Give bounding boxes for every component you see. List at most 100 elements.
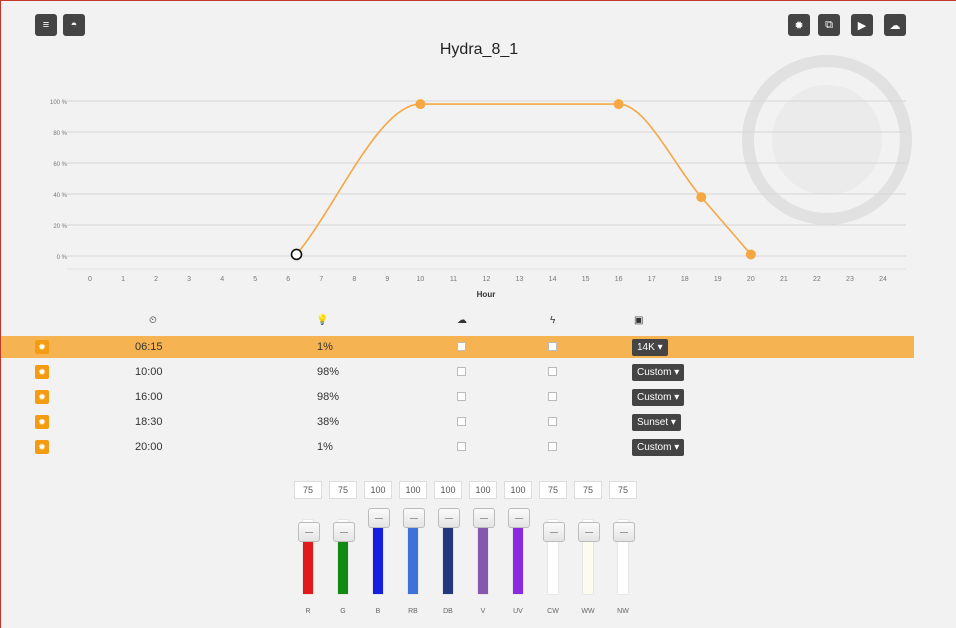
slider-handle[interactable] [333, 522, 355, 542]
cloud-checkbox[interactable] [457, 367, 466, 376]
channel-slider[interactable] [368, 508, 390, 595]
lightning-checkbox[interactable] [548, 442, 557, 451]
preset-dropdown[interactable]: Custom ▾ [632, 389, 685, 406]
app-frame: ≡ ◓ ✹ ⧉ ▶ ☁ Hydra_8_1 0 % 20 % 40 % 60 % 80 … [0, 0, 956, 628]
channel-value-input[interactable]: 75 [329, 481, 357, 499]
lightning-checkbox[interactable] [548, 367, 557, 376]
table-row[interactable]: ✹ 16:00 98% Custom ▾ [1, 386, 914, 408]
row-settings-button[interactable]: ✹ [35, 340, 49, 354]
channel-slider[interactable] [613, 519, 635, 595]
channel-value-input[interactable]: 100 [364, 481, 392, 499]
cloud-checkbox[interactable] [457, 417, 466, 426]
data-point[interactable] [415, 99, 426, 110]
row-settings-button[interactable]: ✹ [35, 365, 49, 379]
y-tick-label: 0 % [57, 255, 68, 261]
channel-value-input[interactable]: 100 [434, 481, 462, 499]
table-row[interactable]: ✹ 06:15 1% 14K ▾ [1, 336, 914, 358]
x-tick-label: 6 [286, 276, 290, 283]
x-tick-label: 24 [879, 276, 887, 283]
slider-handle[interactable] [613, 522, 635, 542]
preset-dropdown[interactable]: Sunset ▾ [632, 414, 681, 431]
row-time: 16:00 [135, 391, 163, 403]
table-row[interactable]: ✹ 20:00 1% Custom ▾ [1, 436, 914, 458]
y-tick-label: 60 % [53, 162, 67, 168]
y-tick-labels: 0 % 20 % 40 % 60 % 80 % 100 % [50, 100, 68, 261]
lightning-checkbox[interactable] [548, 392, 557, 401]
channel-label: R [305, 608, 311, 615]
schedule-chart[interactable]: 0 %20 %40 %60 %80 %100 % 0 1 2 3 4 5 6 7 8 9 10 11 1… [1, 1, 956, 306]
cloud-checkbox[interactable] [457, 392, 466, 401]
y-tick-label: 80 % [53, 131, 67, 137]
slider-handle[interactable] [578, 522, 600, 542]
x-tick-label: 18 [681, 276, 689, 283]
x-tick-label: 17 [648, 276, 656, 283]
x-tick-label: 16 [615, 276, 623, 283]
gear-icon: ✹ [38, 366, 46, 377]
table-row[interactable]: ✹ 10:00 98% Custom ▾ [1, 361, 914, 383]
row-settings-button[interactable]: ✹ [35, 415, 49, 429]
channel-label: RB [408, 608, 418, 615]
channel-cw: 75 CW [539, 481, 567, 628]
row-time: 18:30 [135, 416, 163, 428]
table-row[interactable]: ✹ 18:30 38% Sunset ▾ [1, 411, 914, 433]
x-tick-label: 4 [220, 276, 224, 283]
slider-handle[interactable] [438, 508, 460, 528]
preset-dropdown[interactable]: Custom ▾ [632, 364, 685, 381]
channel-slider[interactable] [438, 508, 460, 595]
x-tick-label: 3 [187, 276, 191, 283]
channel-g: 75 G [329, 481, 357, 628]
channel-fill [618, 537, 628, 594]
channel-slider[interactable] [298, 519, 320, 595]
channel-label: NW [617, 608, 629, 615]
channel-label: DB [443, 608, 453, 615]
data-point-selected[interactable] [290, 248, 303, 261]
y-tick-label: 100 % [50, 100, 68, 106]
channel-slider[interactable] [403, 508, 425, 595]
channel-slider[interactable] [508, 508, 530, 595]
row-intensity: 98% [317, 391, 340, 403]
cloud-icon: ☁ [457, 315, 467, 326]
preset-dropdown[interactable]: 14K ▾ [632, 339, 668, 356]
cloud-checkbox[interactable] [457, 342, 466, 351]
slider-handle[interactable] [543, 522, 565, 542]
x-tick-label: 23 [846, 276, 854, 283]
channel-db: 100 DB [434, 481, 462, 628]
gear-icon: ✹ [38, 416, 46, 427]
channel-value-input[interactable]: 100 [399, 481, 427, 499]
channel-fill [303, 537, 313, 594]
clock-icon: ⏲ [149, 315, 157, 326]
cloud-checkbox[interactable] [457, 442, 466, 451]
preset-dropdown[interactable]: Custom ▾ [632, 439, 685, 456]
channel-slider[interactable] [473, 508, 495, 595]
slider-handle[interactable] [403, 508, 425, 528]
channel-slider[interactable] [333, 519, 355, 595]
channel-value-input[interactable]: 75 [609, 481, 637, 499]
channel-value-input[interactable]: 75 [294, 481, 322, 499]
slider-handle[interactable] [508, 508, 530, 528]
channel-slider[interactable] [543, 519, 565, 595]
channel-value-input[interactable]: 100 [469, 481, 497, 499]
data-point[interactable] [613, 99, 624, 110]
channel-slider[interactable] [578, 519, 600, 595]
x-tick-label: 2 [154, 276, 158, 283]
channel-value-input[interactable]: 100 [504, 481, 532, 499]
slider-handle[interactable] [473, 508, 495, 528]
row-settings-button[interactable]: ✹ [35, 440, 49, 454]
channel-ww: 75 WW [574, 481, 602, 628]
row-intensity: 98% [317, 366, 340, 378]
slider-handle[interactable] [368, 508, 390, 528]
x-tick-label: 5 [253, 276, 257, 283]
channel-value-input[interactable]: 75 [539, 481, 567, 499]
row-settings-button[interactable]: ✹ [35, 390, 49, 404]
lightning-checkbox[interactable] [548, 342, 557, 351]
data-point[interactable] [745, 249, 756, 260]
x-tick-label: 10 [417, 276, 425, 283]
row-intensity: 1% [317, 341, 333, 353]
row-intensity: 38% [317, 416, 340, 428]
channel-value-input[interactable]: 75 [574, 481, 602, 499]
channel-fill [513, 518, 523, 594]
gear-icon: ✹ [38, 391, 46, 402]
slider-handle[interactable] [298, 522, 320, 542]
lightning-checkbox[interactable] [548, 417, 557, 426]
data-point[interactable] [696, 192, 707, 203]
